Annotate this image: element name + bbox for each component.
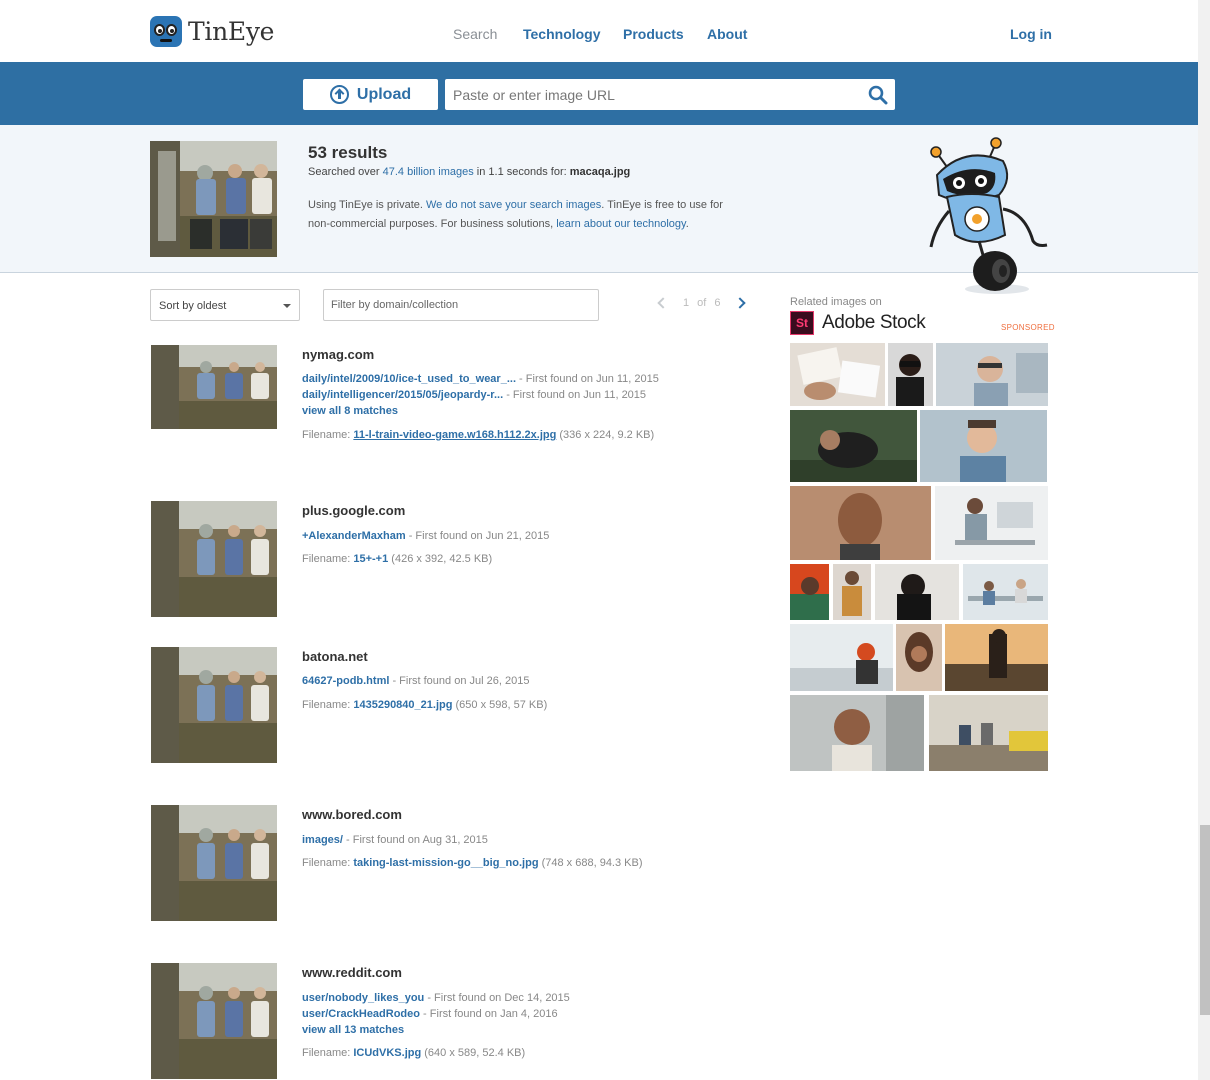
sponsored-label: SPONSORED (1001, 323, 1055, 332)
match-link-row: images/ - First found on Aug 31, 2015 (302, 834, 488, 846)
result-domain: www.reddit.com (302, 965, 402, 980)
stock-image-tile[interactable] (936, 343, 1048, 406)
image-url-input[interactable] (445, 79, 895, 110)
result-item: nymag.com daily/intel/2009/10/ice-t_used… (150, 345, 750, 455)
results-summary: 53 results Searched over 47.4 billion im… (0, 125, 1198, 294)
match-link-row: daily/intel/2009/10/ice-t_used_to_wear_.… (302, 373, 659, 385)
prev-page-icon[interactable] (657, 297, 669, 309)
match-link[interactable]: user/CrackHeadRodeo (302, 1008, 420, 1020)
stock-image-tile[interactable] (790, 486, 931, 560)
filename-row: Filename: taking-last-mission-go__big_no… (302, 857, 643, 869)
stock-image-tile[interactable] (833, 564, 871, 620)
nav-about[interactable]: About (707, 26, 747, 42)
stock-image-tile[interactable] (790, 410, 917, 482)
top-header: TinEye Search Technology Products About … (0, 0, 1198, 62)
filename-row: Filename: ICUdVKS.jpg (640 x 589, 52.4 K… (302, 1047, 526, 1059)
dropdown-caret-icon (283, 304, 291, 308)
match-link-row: daily/intelligencer/2015/05/jeopardy-r..… (302, 389, 647, 401)
filename-link[interactable]: 11-l-train-video-game.w168.h112.2x.jpg (353, 429, 556, 441)
match-link-row: 64627-podb.html - First found on Jul 26,… (302, 675, 530, 687)
match-link[interactable]: daily/intel/2009/10/ice-t_used_to_wear_.… (302, 373, 516, 385)
match-link-row: +AlexanderMaxham - First found on Jun 21… (302, 530, 550, 542)
result-item: batona.net 64627-podb.html - First found… (150, 647, 750, 763)
stock-image-tile[interactable] (790, 624, 893, 691)
stock-image-tile[interactable] (920, 410, 1047, 482)
page-current: 1 (683, 297, 690, 309)
result-thumbnail[interactable] (151, 647, 277, 763)
upload-arrow-icon (329, 85, 349, 104)
filename-row: Filename: 1435290840_21.jpg (650 x 598, … (302, 699, 548, 711)
match-link[interactable]: daily/intelligencer/2015/05/jeopardy-r..… (302, 389, 503, 401)
stock-image-tile[interactable] (790, 343, 885, 406)
privacy-notice: Using TinEye is private. We do not save … (308, 199, 723, 230)
nav-products[interactable]: Products (623, 26, 684, 42)
filename-link[interactable]: taking-last-mission-go__big_no.jpg (353, 857, 538, 869)
stock-image-tile[interactable] (790, 564, 829, 620)
technology-link[interactable]: learn about our technology (556, 218, 685, 230)
page-of: of (697, 297, 707, 309)
domain-filter-input[interactable] (323, 289, 599, 321)
login-link[interactable]: Log in (1010, 26, 1052, 42)
tineye-robot-mascot-icon (929, 137, 1048, 294)
match-link[interactable]: 64627-podb.html (302, 675, 389, 687)
upload-label: Upload (356, 85, 412, 103)
stock-image-tile[interactable] (945, 624, 1048, 691)
scrollbar-thumb[interactable] (1200, 825, 1210, 1015)
filename-row: Filename: 15+-+1 (426 x 392, 42.5 KB) (302, 553, 493, 565)
result-domain: www.bored.com (302, 807, 402, 822)
sort-dropdown[interactable]: Sort by oldest (150, 289, 300, 321)
upload-button[interactable]: Upload (303, 79, 438, 110)
images-count-link[interactable]: 47.4 billion images (383, 166, 474, 178)
stock-image-tile[interactable] (875, 564, 959, 620)
result-thumbnail[interactable] (151, 805, 277, 921)
result-domain: nymag.com (302, 347, 375, 362)
result-item: plus.google.com +AlexanderMaxham - First… (150, 501, 750, 617)
stock-image-tile[interactable] (935, 486, 1048, 560)
search-bar: Upload (0, 62, 1198, 125)
page-total: 6 (714, 297, 721, 309)
stock-image-tile[interactable] (929, 695, 1048, 771)
search-stats: Searched over 47.4 billion images in 1.1… (308, 166, 631, 178)
logo-text: TinEye (188, 17, 275, 46)
search-icon[interactable] (868, 85, 888, 105)
related-images-label: Related images on (790, 296, 882, 308)
pagination: 1 of 6 (655, 297, 747, 309)
filename-link[interactable]: 1435290840_21.jpg (353, 699, 452, 711)
privacy-link[interactable]: We do not save your search images (426, 199, 601, 211)
results-count: 53 results (308, 143, 388, 162)
query-filename: macaqa.jpg (569, 166, 631, 178)
sort-value: Sort by oldest (159, 300, 227, 312)
stock-image-tile[interactable] (896, 624, 942, 691)
result-item: www.reddit.com user/nobody_likes_you - F… (150, 963, 750, 1079)
result-thumbnail[interactable] (151, 501, 277, 617)
tineye-logo[interactable]: TinEye (150, 16, 274, 47)
view-all-matches-link[interactable]: view all 8 matches (302, 405, 398, 417)
next-page-icon[interactable] (734, 297, 747, 309)
stock-image-tile[interactable] (963, 564, 1048, 620)
adobe-stock-name: Adobe Stock (822, 312, 926, 333)
match-link-row: user/CrackHeadRodeo - First found on Jan… (302, 1008, 558, 1020)
filename-row: Filename: 11-l-train-video-game.w168.h11… (302, 429, 655, 441)
result-thumbnail[interactable] (151, 345, 277, 429)
result-domain: batona.net (302, 649, 368, 664)
match-link[interactable]: +AlexanderMaxham (302, 530, 406, 542)
filename-link[interactable]: ICUdVKS.jpg (353, 1047, 421, 1059)
nav-search[interactable]: Search (453, 26, 497, 42)
stock-image-tile[interactable] (790, 695, 924, 771)
adobe-stock-icon: St (790, 311, 814, 335)
result-domain: plus.google.com (302, 503, 406, 518)
result-item: www.bored.com images/ - First found on A… (150, 805, 750, 921)
stock-image-tile[interactable] (888, 343, 933, 406)
match-link[interactable]: user/nobody_likes_you (302, 992, 424, 1004)
result-thumbnail[interactable] (151, 963, 277, 1079)
filename-link[interactable]: 15+-+1 (353, 553, 388, 565)
tineye-robot-logo-icon (150, 16, 182, 47)
match-link-row: user/nobody_likes_you - First found on D… (302, 992, 570, 1004)
adobe-stock-logo[interactable]: St Adobe Stock (790, 311, 926, 335)
query-image (150, 141, 277, 257)
match-link[interactable]: images/ (302, 834, 343, 846)
view-all-matches-link[interactable]: view all 13 matches (302, 1024, 404, 1036)
nav-technology[interactable]: Technology (523, 26, 601, 42)
